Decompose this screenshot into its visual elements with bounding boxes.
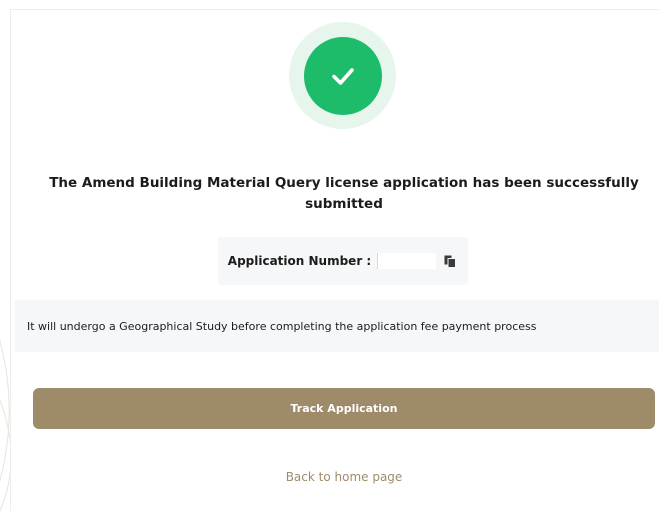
back-to-home-link[interactable]: Back to home page [228,470,460,484]
application-number-value [377,253,437,269]
success-circle [303,36,382,115]
notice-strip: It will undergo a Geographical Study bef… [15,300,659,352]
application-number-label: Application Number : [227,254,372,268]
copy-icon[interactable] [442,253,458,269]
success-message: The Amend Building Material Query licens… [49,175,639,212]
page: The Amend Building Material Query licens… [0,0,659,511]
checkmark-icon [331,67,354,85]
success-badge [289,22,396,129]
notice-text: It will undergo a Geographical Study bef… [27,319,537,333]
application-number-box: Application Number : [218,237,468,285]
track-application-button[interactable]: Track Application [33,388,655,429]
copy-icon-graphic [444,255,457,268]
